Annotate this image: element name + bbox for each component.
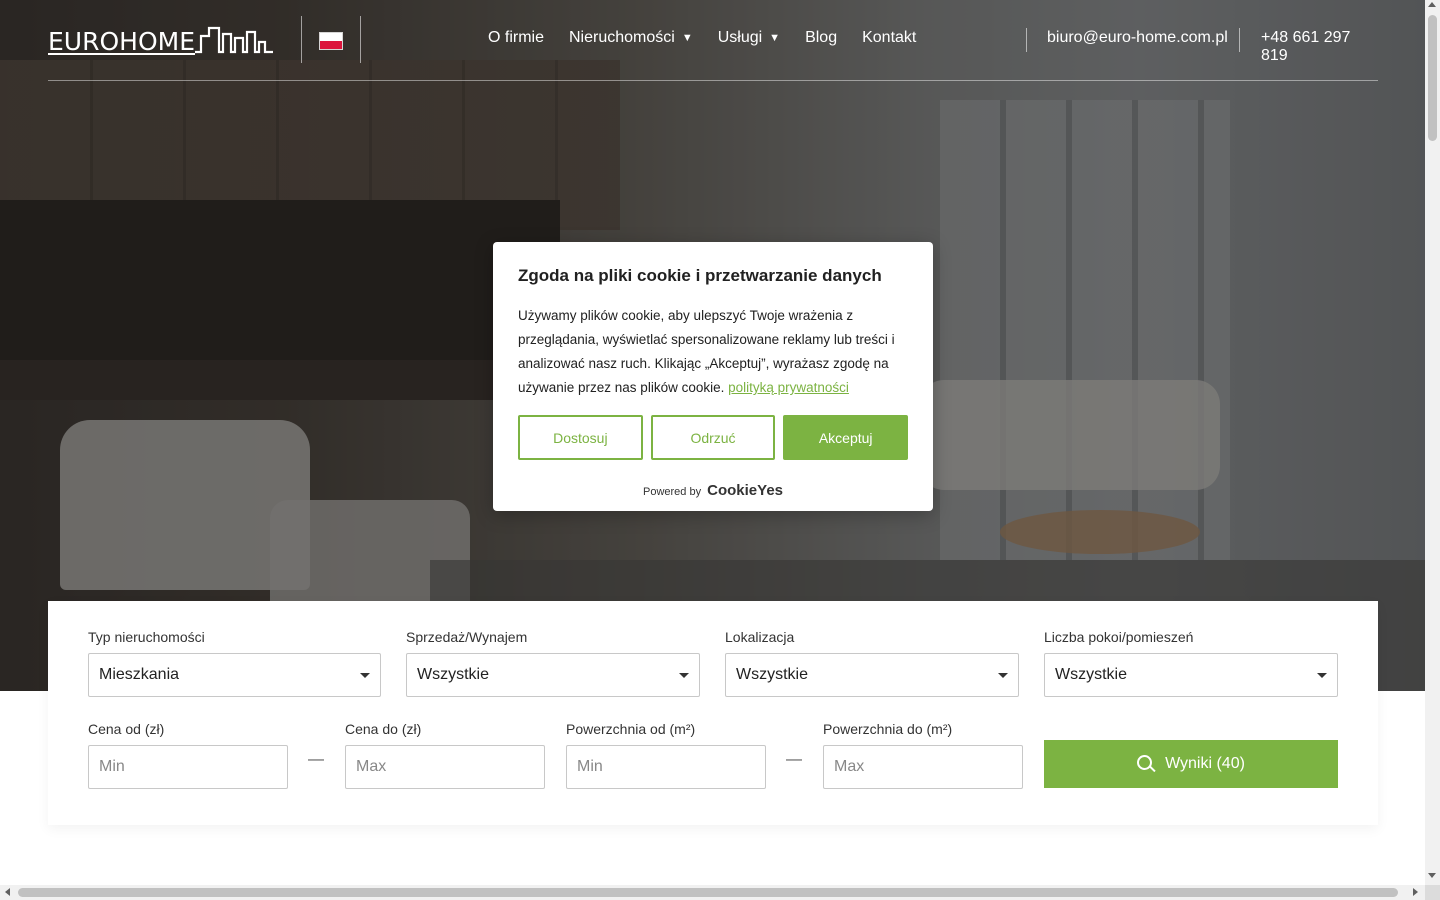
header-divider [301, 16, 302, 63]
reject-button[interactable]: Odrzuć [650, 415, 776, 460]
powered-by: Powered by CookieYes [518, 482, 908, 499]
transaction-value: Wszystkie [417, 666, 489, 683]
nav-label: O firmie [488, 29, 544, 46]
transaction-label: Sprzedaż/Wynajem [406, 629, 528, 645]
property-type-label: Typ nieruchomości [88, 629, 205, 645]
price-from-label: Cena od (zł) [88, 721, 165, 737]
nav-label: Usługi [717, 29, 763, 46]
customize-button[interactable]: Dostosuj [518, 415, 643, 460]
email-link[interactable]: biuro@euro-home.com.pl [1047, 29, 1228, 47]
price-from-input[interactable] [88, 745, 288, 789]
transaction-select[interactable]: Wszystkie [406, 653, 700, 697]
area-from-field: Powerzchnia od (m²) [566, 721, 766, 789]
location-label: Lokalizacja [725, 629, 795, 645]
vertical-scroll-thumb[interactable] [1428, 15, 1437, 141]
site-header: EUROHOME O firmie Nieruchomości ▼ Usługi… [48, 0, 1378, 81]
cookieyes-logo[interactable]: CookieYes [707, 482, 783, 499]
nav-item-kontakt[interactable]: Kontakt [862, 29, 916, 47]
rooms-select[interactable]: Wszystkie [1044, 653, 1338, 697]
nav-label: Nieruchomości [569, 29, 675, 46]
area-to-label: Powerzchnia do (m²) [823, 721, 953, 737]
powered-by-label: Powered by [642, 486, 702, 498]
area-from-input[interactable] [566, 745, 766, 789]
price-to-label: Cena do (zł) [345, 721, 422, 737]
chevron-down-icon: ▼ [681, 32, 693, 44]
rooms-value: Wszystkie [1055, 666, 1127, 683]
price-range-separator: — [308, 751, 324, 768]
cookie-title: Zgoda na pliki cookie i przetwarzanie da… [518, 266, 882, 285]
nav-item-blog[interactable]: Blog [805, 29, 837, 47]
scrollbar-corner [1425, 885, 1440, 900]
property-search-panel: Typ nieruchomości Mieszkania Sprzedaż/Wy… [48, 601, 1378, 825]
nav-label: Kontakt [862, 29, 917, 46]
property-type-select[interactable]: Mieszkania [88, 653, 381, 697]
chevron-down-icon: ▼ [769, 32, 781, 44]
dropdown-arrow-icon [998, 672, 1008, 678]
dropdown-arrow-icon [1317, 672, 1327, 678]
property-type-field: Typ nieruchomości Mieszkania [88, 629, 381, 697]
city-skyline-icon [195, 26, 273, 54]
search-results-button[interactable]: Wyniki (40) [1044, 740, 1338, 788]
nav-item-o-firmie[interactable]: O firmie [488, 29, 544, 47]
header-divider [1239, 28, 1240, 52]
nav-item-uslugi[interactable]: Usługi ▼ [718, 29, 780, 47]
price-to-field: Cena do (zł) [345, 721, 545, 789]
area-from-label: Powerzchnia od (m²) [566, 721, 696, 737]
area-to-field: Powerzchnia do (m²) [823, 721, 1023, 789]
results-button-label: Wyniki (40) [1165, 755, 1245, 772]
price-from-field: Cena od (zł) [88, 721, 288, 789]
rooms-label: Liczba pokoi/pomieszeń [1044, 629, 1194, 645]
property-type-value: Mieszkania [99, 666, 180, 683]
transaction-field: Sprzedaż/Wynajem Wszystkie [406, 629, 700, 697]
header-divider [1026, 28, 1027, 52]
scroll-right-arrow-icon[interactable] [1413, 888, 1418, 896]
phone-link[interactable]: +48 661 297 819 [1261, 29, 1378, 65]
cookie-consent-dialog: Zgoda na pliki cookie i przetwarzanie da… [493, 242, 933, 511]
privacy-policy-link[interactable]: polityką prywatności [728, 380, 849, 395]
main-nav: O firmie Nieruchomości ▼ Usługi ▼ Blog K… [488, 29, 941, 47]
cookie-buttons: Dostosuj Odrzuć Akceptuj [518, 415, 909, 460]
rooms-field: Liczba pokoi/pomieszeń Wszystkie [1044, 629, 1338, 697]
scroll-left-arrow-icon[interactable] [5, 888, 10, 896]
location-field: Lokalizacja Wszystkie [725, 629, 1019, 697]
accept-button[interactable]: Akceptuj [783, 415, 909, 460]
horizontal-scroll-thumb[interactable] [18, 888, 1398, 897]
logo-text: EUROHOME [48, 27, 195, 56]
scroll-down-arrow-icon[interactable] [1428, 873, 1436, 878]
vertical-scrollbar[interactable] [1425, 0, 1440, 885]
dropdown-arrow-icon [360, 672, 370, 678]
price-to-input[interactable] [345, 745, 545, 789]
dropdown-arrow-icon [679, 672, 689, 678]
site-logo[interactable]: EUROHOME [48, 24, 273, 54]
header-divider [360, 16, 361, 63]
area-range-separator: — [786, 751, 802, 768]
nav-item-nieruchomosci[interactable]: Nieruchomości ▼ [569, 29, 693, 47]
scroll-up-arrow-icon[interactable] [1428, 2, 1436, 7]
search-icon [1137, 755, 1156, 773]
cookie-description: Używamy plików cookie, aby ulepszyć Twoj… [518, 304, 908, 400]
poland-flag-icon[interactable] [319, 32, 343, 50]
nav-label: Blog [805, 29, 838, 46]
location-select[interactable]: Wszystkie [725, 653, 1019, 697]
horizontal-scrollbar[interactable] [0, 885, 1425, 900]
area-to-input[interactable] [823, 745, 1023, 789]
location-value: Wszystkie [736, 666, 808, 683]
